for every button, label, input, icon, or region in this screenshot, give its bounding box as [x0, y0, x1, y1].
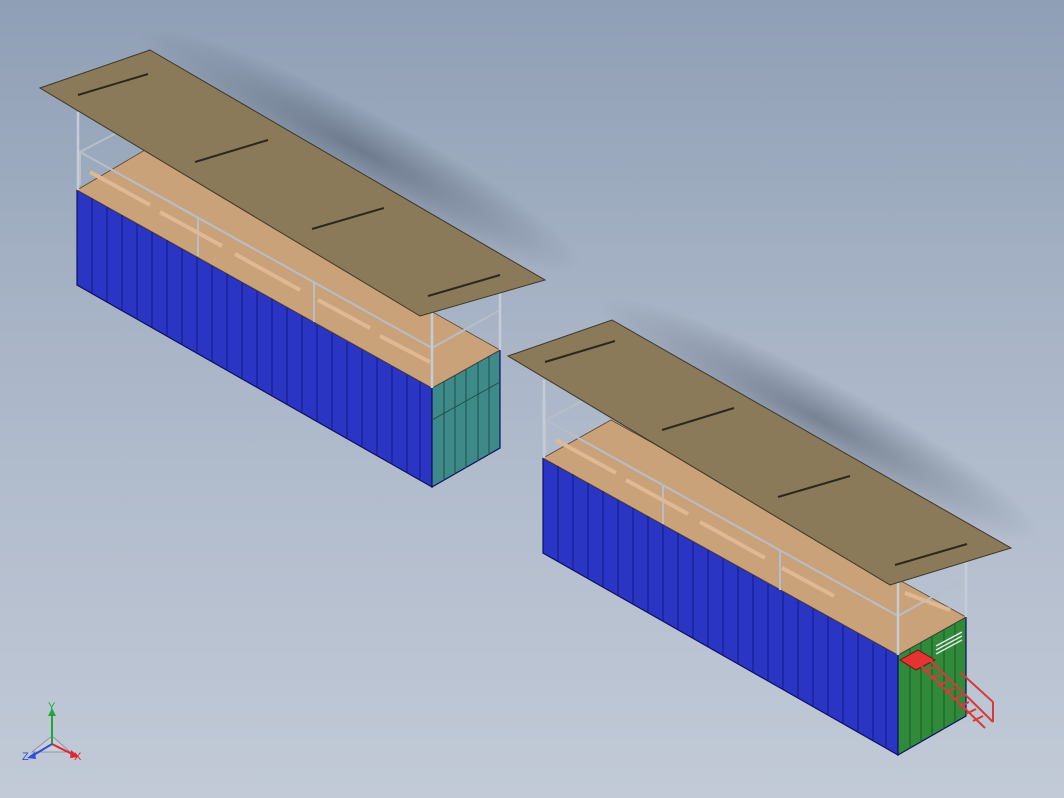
- axis-triad[interactable]: Y X Z: [18, 700, 88, 770]
- y-axis-label: Y: [48, 701, 56, 713]
- x-axis-label: X: [74, 751, 82, 763]
- 3d-model-scene[interactable]: [0, 0, 1064, 798]
- cad-viewport[interactable]: Y X Z: [0, 0, 1064, 798]
- z-axis-label: Z: [22, 751, 29, 763]
